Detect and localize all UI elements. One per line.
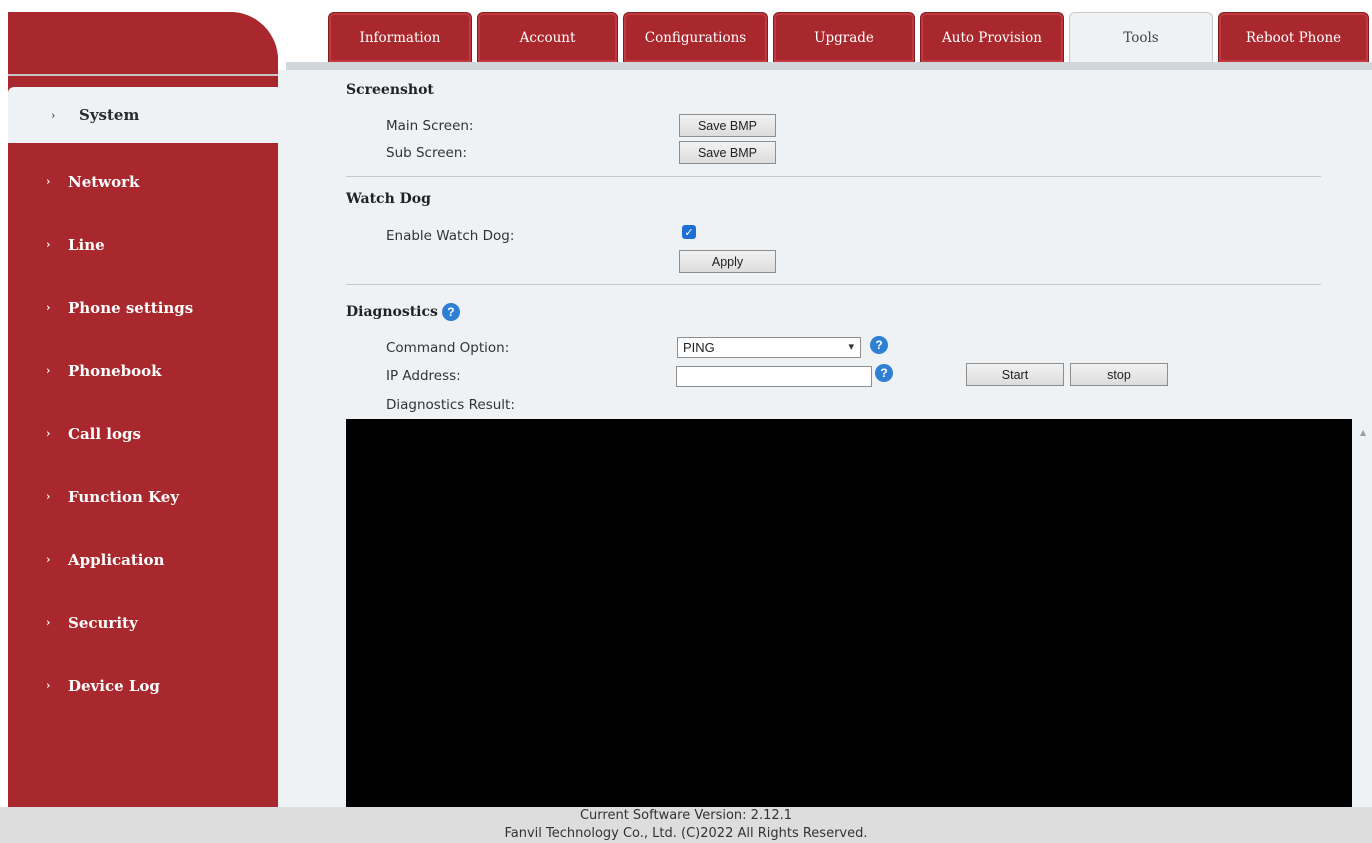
- command-option-value: PING: [683, 340, 715, 355]
- chevron-right-icon: ›: [46, 364, 51, 377]
- watchdog-section-title: Watch Dog: [346, 191, 431, 207]
- sidebar-item-label: Phone settings: [68, 298, 194, 317]
- watchdog-apply-button[interactable]: Apply: [679, 250, 776, 273]
- diagnostics-result-console: [346, 419, 1352, 807]
- sidebar-item-label: Call logs: [68, 424, 141, 443]
- sidebar-divider: [8, 74, 278, 76]
- ip-address-help-icon[interactable]: ?: [875, 364, 893, 382]
- ip-address-label: IP Address:: [386, 368, 461, 384]
- enable-watchdog-checkbox[interactable]: ✓: [682, 225, 696, 239]
- sidebar-nav: › System › Network › Line › Phone settin…: [8, 87, 278, 717]
- chevron-right-icon: ›: [46, 553, 51, 566]
- command-option-help-icon[interactable]: ?: [870, 336, 888, 354]
- sub-screen-save-bmp-button[interactable]: Save BMP: [679, 141, 776, 164]
- sidebar-item-phone-settings[interactable]: › Phone settings: [8, 276, 278, 339]
- chevron-right-icon: ›: [46, 301, 51, 314]
- start-button[interactable]: Start: [966, 363, 1064, 386]
- tab-information[interactable]: Information: [328, 12, 472, 62]
- chevron-right-icon: ›: [46, 679, 51, 692]
- sidebar-item-label: Network: [68, 172, 140, 191]
- sidebar-item-security[interactable]: › Security: [8, 591, 278, 654]
- sidebar-item-network[interactable]: › Network: [8, 150, 278, 213]
- sidebar-item-device-log[interactable]: › Device Log: [8, 654, 278, 717]
- software-version: Current Software Version: 2.12.1: [579, 808, 793, 823]
- sidebar-item-phonebook[interactable]: › Phonebook: [8, 339, 278, 402]
- sidebar-item-label: Phonebook: [68, 361, 162, 380]
- sidebar-item-label: System: [79, 106, 140, 124]
- sidebar-item-label: Security: [68, 613, 138, 632]
- chevron-right-icon: ›: [46, 616, 51, 629]
- screenshot-section-title: Screenshot: [346, 82, 434, 98]
- diagnostics-result-label: Diagnostics Result:: [386, 397, 515, 413]
- sidebar-item-label: Line: [68, 235, 105, 254]
- tab-bar-underline: [286, 62, 1372, 70]
- stop-button[interactable]: stop: [1070, 363, 1168, 386]
- ip-address-input[interactable]: [676, 366, 872, 387]
- sidebar: › System › Network › Line › Phone settin…: [8, 12, 278, 807]
- chevron-right-icon: ›: [46, 427, 51, 440]
- chevron-down-icon: ▾: [848, 341, 854, 353]
- main-screen-save-bmp-button[interactable]: Save BMP: [679, 114, 776, 137]
- enable-watchdog-label: Enable Watch Dog:: [386, 228, 515, 244]
- content-gutter: [278, 70, 286, 807]
- diagnostics-title-text: Diagnostics: [346, 304, 438, 320]
- sub-screen-label: Sub Screen:: [386, 145, 467, 161]
- chevron-right-icon: ›: [51, 108, 56, 122]
- sidebar-item-label: Device Log: [68, 676, 160, 695]
- section-divider: [346, 284, 1321, 285]
- footer: Current Software Version: 2.12.1 Fanvil …: [0, 807, 1372, 843]
- chevron-right-icon: ›: [46, 175, 51, 188]
- scroll-up-icon[interactable]: ▲: [1360, 428, 1366, 437]
- sidebar-item-label: Application: [68, 550, 165, 569]
- main-screen-label: Main Screen:: [386, 118, 474, 134]
- command-option-label: Command Option:: [386, 340, 510, 356]
- sidebar-header: [8, 12, 278, 74]
- command-option-select[interactable]: PING ▾: [677, 337, 861, 358]
- sidebar-item-line[interactable]: › Line: [8, 213, 278, 276]
- copyright: Fanvil Technology Co., Ltd. (C)2022 All …: [504, 826, 868, 841]
- tab-upgrade[interactable]: Upgrade: [773, 12, 915, 62]
- tab-reboot-phone[interactable]: Reboot Phone: [1218, 12, 1369, 62]
- sidebar-item-call-logs[interactable]: › Call logs: [8, 402, 278, 465]
- tab-configurations[interactable]: Configurations: [623, 12, 768, 62]
- chevron-right-icon: ›: [46, 238, 51, 251]
- tools-panel: Screenshot Main Screen: Save BMP Sub Scr…: [286, 70, 1372, 807]
- tab-tools[interactable]: Tools: [1069, 12, 1213, 62]
- sidebar-item-application[interactable]: › Application: [8, 528, 278, 591]
- diagnostics-section-title: Diagnostics ?: [346, 303, 460, 321]
- sidebar-item-system[interactable]: › System: [8, 87, 278, 143]
- section-divider: [346, 176, 1321, 177]
- chevron-right-icon: ›: [46, 490, 51, 503]
- tab-bar: Information Account Configurations Upgra…: [328, 12, 1369, 62]
- tab-auto-provision[interactable]: Auto Provision: [920, 12, 1064, 62]
- top-strip: [0, 0, 1372, 6]
- help-icon[interactable]: ?: [441, 303, 460, 321]
- sidebar-item-label: Function Key: [68, 487, 180, 506]
- sidebar-item-function-key[interactable]: › Function Key: [8, 465, 278, 528]
- tab-account[interactable]: Account: [477, 12, 618, 62]
